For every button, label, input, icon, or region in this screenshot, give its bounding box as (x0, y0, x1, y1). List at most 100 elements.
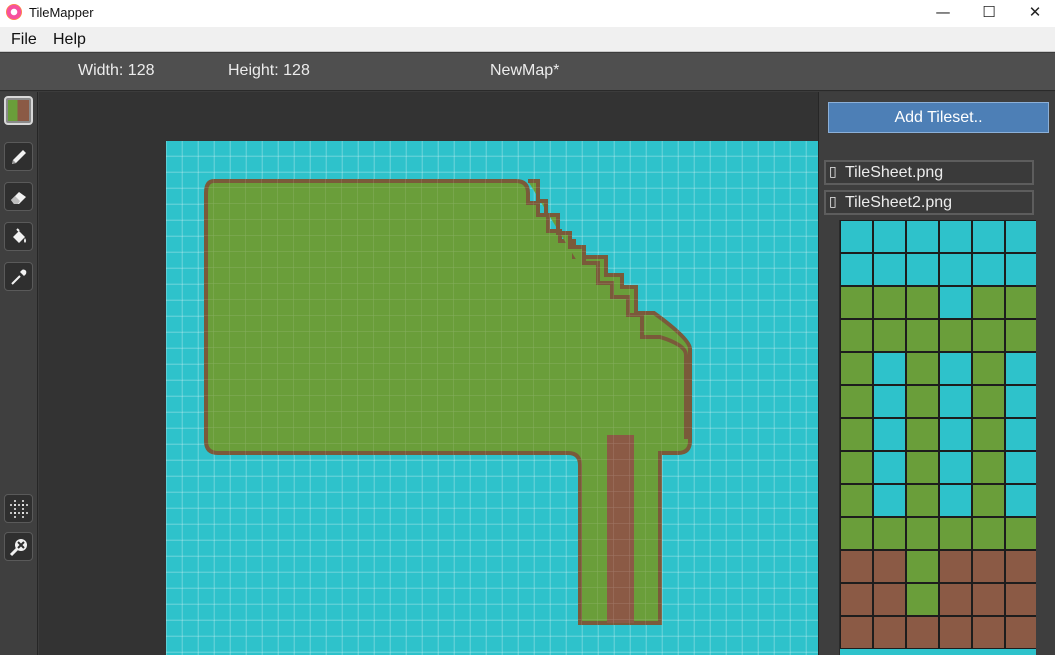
palette-tile[interactable] (906, 253, 939, 286)
file-icon: ▯ (829, 194, 837, 210)
palette-tile[interactable] (939, 253, 972, 286)
palette-tile[interactable] (1005, 319, 1036, 352)
palette-tile[interactable] (873, 319, 906, 352)
map-canvas-area[interactable] (39, 92, 818, 655)
tile-map[interactable] (166, 141, 818, 655)
palette-tile[interactable] (906, 616, 939, 649)
eraser-tool-button[interactable] (4, 182, 33, 211)
palette-tile[interactable] (939, 616, 972, 649)
palette-tile[interactable] (840, 352, 873, 385)
palette-tile[interactable] (906, 286, 939, 319)
palette-tile[interactable] (1005, 550, 1036, 583)
tile-preview-icon (8, 100, 29, 121)
selected-tile-swatch[interactable] (4, 96, 33, 125)
menu-file[interactable]: File (11, 31, 37, 49)
palette-tile[interactable] (906, 220, 939, 253)
grid-toggle-button[interactable] (4, 494, 33, 523)
palette-tile[interactable] (873, 418, 906, 451)
palette-tile[interactable] (840, 286, 873, 319)
palette-tile[interactable] (906, 418, 939, 451)
palette-tile[interactable] (906, 484, 939, 517)
palette-tile[interactable] (972, 418, 1005, 451)
palette-tile[interactable] (972, 517, 1005, 550)
palette-tile[interactable] (939, 517, 972, 550)
palette-tile[interactable] (1005, 385, 1036, 418)
palette-tile[interactable] (939, 352, 972, 385)
palette-tile[interactable] (972, 352, 1005, 385)
map-info-bar: Width: 128 Height: 128 NewMap* (0, 53, 1055, 91)
palette-tile[interactable] (1005, 616, 1036, 649)
zoom-tool-button[interactable] (4, 532, 33, 561)
tileset-item-tilesheet[interactable]: ▯ TileSheet.png (824, 160, 1034, 185)
palette-tile[interactable] (939, 385, 972, 418)
palette-tile[interactable] (1005, 484, 1036, 517)
maximize-button[interactable]: ☐ (966, 0, 1012, 27)
palette-tile[interactable] (972, 253, 1005, 286)
menu-help[interactable]: Help (53, 31, 86, 49)
palette-tile[interactable] (939, 319, 972, 352)
palette-tile[interactable] (1005, 418, 1036, 451)
palette-tile[interactable] (873, 220, 906, 253)
eyedropper-tool-button[interactable] (4, 262, 33, 291)
palette-tile[interactable] (873, 583, 906, 616)
palette-tile[interactable] (840, 385, 873, 418)
palette-tile[interactable] (873, 550, 906, 583)
palette-tile[interactable] (1005, 451, 1036, 484)
palette-tile[interactable] (972, 550, 1005, 583)
palette-tile[interactable] (1005, 352, 1036, 385)
palette-tile[interactable] (840, 616, 873, 649)
palette-tile[interactable] (972, 583, 1005, 616)
palette-tile[interactable] (906, 385, 939, 418)
add-tileset-button[interactable]: Add Tileset.. (828, 102, 1049, 133)
palette-tile[interactable] (840, 220, 873, 253)
tile-palette[interactable] (839, 220, 1036, 655)
palette-tile[interactable] (1005, 517, 1036, 550)
palette-tile[interactable] (840, 253, 873, 286)
palette-tile[interactable] (840, 517, 873, 550)
palette-tile[interactable] (906, 583, 939, 616)
palette-tile[interactable] (840, 319, 873, 352)
tileset-item-tilesheet2[interactable]: ▯ TileSheet2.png (824, 190, 1034, 215)
palette-tile[interactable] (873, 616, 906, 649)
palette-tile[interactable] (939, 451, 972, 484)
palette-tile[interactable] (972, 484, 1005, 517)
palette-tile[interactable] (1005, 583, 1036, 616)
palette-tile[interactable] (972, 286, 1005, 319)
palette-tile[interactable] (906, 352, 939, 385)
palette-tile[interactable] (939, 550, 972, 583)
file-icon: ▯ (829, 164, 837, 180)
palette-tile[interactable] (840, 418, 873, 451)
palette-tile[interactable] (873, 253, 906, 286)
palette-tile[interactable] (906, 550, 939, 583)
palette-tile[interactable] (1005, 286, 1036, 319)
palette-tile[interactable] (840, 484, 873, 517)
palette-tile[interactable] (906, 451, 939, 484)
palette-tile[interactable] (873, 352, 906, 385)
minimize-button[interactable]: — (920, 0, 966, 27)
palette-tile[interactable] (840, 583, 873, 616)
palette-tile[interactable] (939, 418, 972, 451)
palette-tile[interactable] (1005, 253, 1036, 286)
palette-tile[interactable] (939, 220, 972, 253)
palette-tile[interactable] (840, 451, 873, 484)
palette-tile[interactable] (939, 583, 972, 616)
palette-tile[interactable] (873, 385, 906, 418)
palette-tile[interactable] (972, 451, 1005, 484)
palette-tile[interactable] (1005, 220, 1036, 253)
fill-tool-button[interactable] (4, 222, 33, 251)
palette-tile[interactable] (873, 286, 906, 319)
palette-tile[interactable] (840, 550, 873, 583)
palette-tile[interactable] (972, 385, 1005, 418)
palette-tile[interactable] (972, 616, 1005, 649)
close-button[interactable]: ✕ (1012, 0, 1055, 27)
palette-tile[interactable] (972, 319, 1005, 352)
palette-tile[interactable] (939, 484, 972, 517)
palette-tile[interactable] (972, 220, 1005, 253)
palette-tile[interactable] (906, 517, 939, 550)
pencil-tool-button[interactable] (4, 142, 33, 171)
palette-tile[interactable] (873, 517, 906, 550)
palette-tile[interactable] (939, 286, 972, 319)
palette-tile[interactable] (906, 319, 939, 352)
palette-tile[interactable] (873, 451, 906, 484)
palette-tile[interactable] (873, 484, 906, 517)
